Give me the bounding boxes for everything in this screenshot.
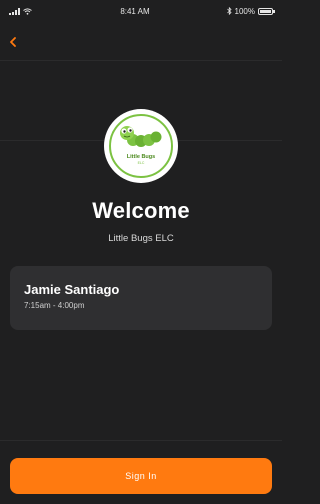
signal-icon <box>9 7 20 15</box>
status-left <box>9 7 69 15</box>
status-right: 100% <box>201 6 275 16</box>
logo-text: Little Bugs <box>126 154 156 160</box>
footer-divider <box>0 440 282 441</box>
school-logo: Little Bugs ELC <box>104 109 178 183</box>
sign-in-button[interactable]: Sign In <box>10 458 272 494</box>
status-bar: 8:41 AM 100% <box>0 0 282 22</box>
back-button[interactable] <box>9 32 29 52</box>
caterpillar-icon <box>120 126 162 147</box>
child-card[interactable]: Jamie Santiago 7:15am - 4:00pm <box>10 266 272 330</box>
school-name: Little Bugs ELC <box>108 233 174 244</box>
battery-percent: 100% <box>234 6 255 16</box>
battery-icon <box>257 7 275 15</box>
logo-badge: Little Bugs ELC <box>109 114 173 178</box>
bluetooth-icon <box>226 7 232 15</box>
child-name: Jamie Santiago <box>24 282 120 297</box>
welcome-heading: Welcome <box>92 198 190 223</box>
child-hours: 7:15am - 4:00pm <box>24 301 85 310</box>
chevron-left-icon <box>10 37 16 47</box>
logo-subtext: ELC <box>137 161 145 165</box>
wifi-icon <box>23 7 32 15</box>
header-divider <box>0 60 282 61</box>
status-time: 8:41 AM <box>120 6 150 16</box>
